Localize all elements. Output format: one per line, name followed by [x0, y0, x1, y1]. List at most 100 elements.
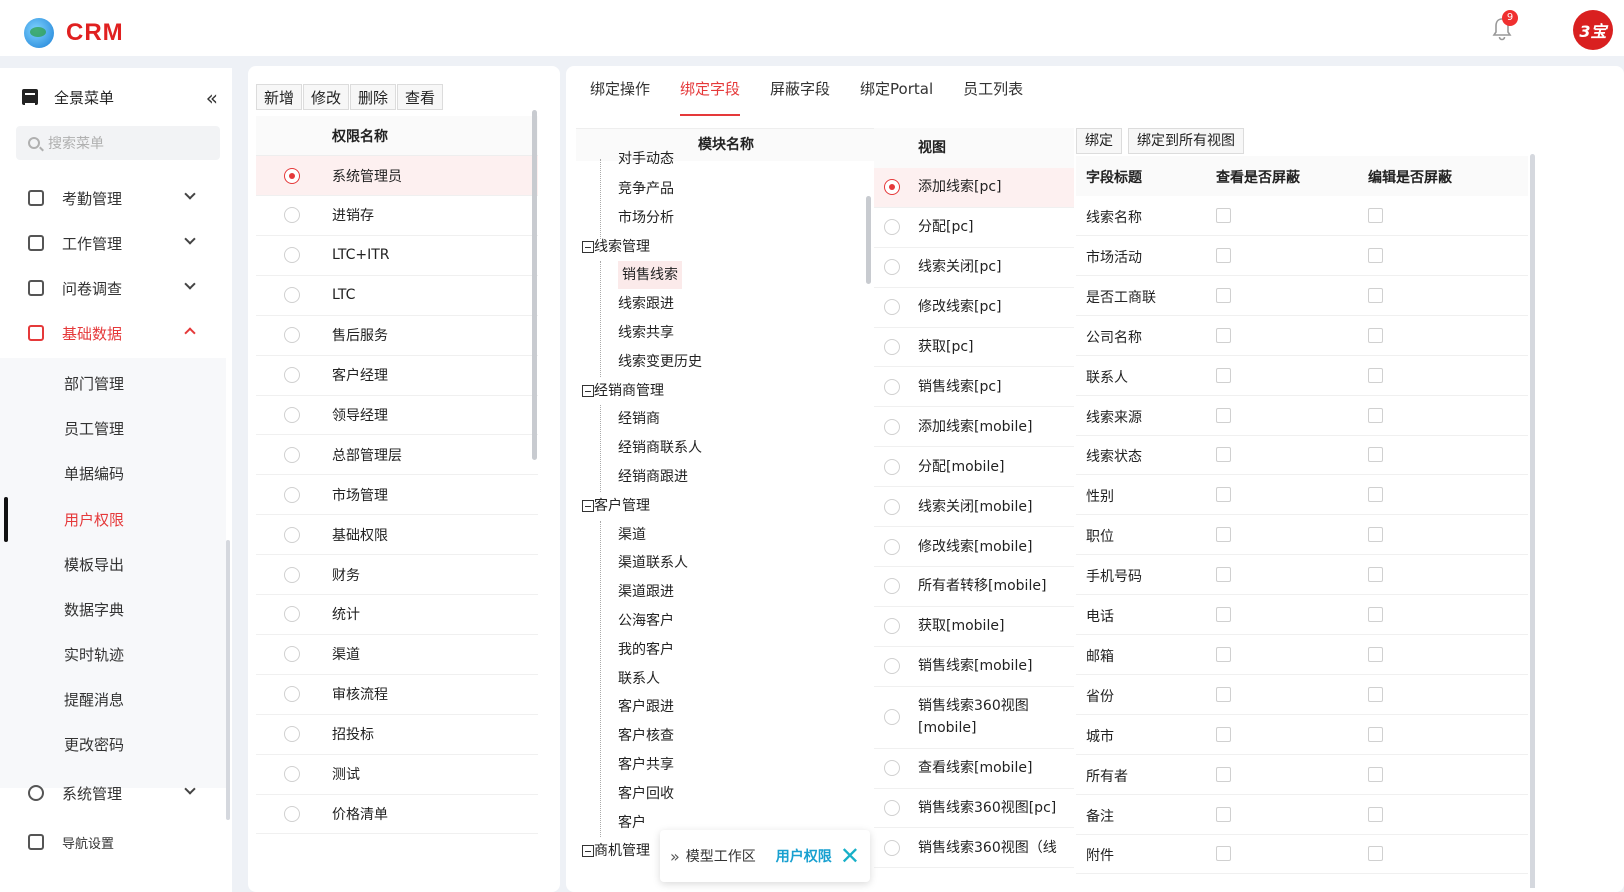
- tab-bind-operation[interactable]: 绑定操作: [590, 66, 650, 122]
- edit-mask-checkbox[interactable]: [1368, 726, 1383, 742]
- sub-item-doc-code[interactable]: 单据编码: [0, 451, 226, 496]
- tab-bind-field[interactable]: 绑定字段: [680, 66, 741, 122]
- view-row[interactable]: 销售线索[pc]: [874, 368, 1074, 408]
- view-row[interactable]: 销售线索360视图（线: [874, 829, 1074, 869]
- edit-mask-checkbox[interactable]: [1368, 287, 1383, 303]
- sub-item-dictionary[interactable]: 数据字典: [0, 587, 226, 632]
- view-row[interactable]: 线索关闭[mobile]: [874, 487, 1074, 528]
- tree-node[interactable]: 线索管理: [594, 233, 650, 261]
- view-radio[interactable]: [884, 378, 900, 395]
- tree-node[interactable]: 渠道跟进: [618, 578, 674, 606]
- view-radio[interactable]: [884, 339, 900, 356]
- view-mask-checkbox[interactable]: [1216, 487, 1231, 503]
- logo[interactable]: CRM: [24, 18, 124, 48]
- role-row[interactable]: 统计: [256, 595, 538, 635]
- edit-mask-checkbox[interactable]: [1368, 846, 1383, 862]
- nav-group-navigation[interactable]: 导航设置: [0, 820, 226, 864]
- nav-group-attendance[interactable]: 考勤管理: [0, 176, 226, 220]
- current-module-label[interactable]: 用户权限: [776, 846, 832, 866]
- tab-employee-list[interactable]: 员工列表: [963, 66, 1023, 122]
- role-radio[interactable]: [284, 406, 300, 423]
- role-radio[interactable]: [284, 726, 300, 743]
- view-radio[interactable]: [884, 658, 900, 675]
- view-radio[interactable]: [884, 839, 900, 856]
- role-row[interactable]: 售后服务: [256, 316, 538, 356]
- view-radio[interactable]: [884, 458, 900, 475]
- delete-button[interactable]: 删除: [350, 84, 397, 110]
- view-radio[interactable]: [884, 760, 900, 777]
- close-icon[interactable]: ✕: [840, 842, 860, 870]
- tree-node[interactable]: 经销商: [618, 405, 660, 433]
- sub-item-reminder[interactable]: 提醒消息: [0, 677, 226, 722]
- edit-mask-checkbox[interactable]: [1368, 607, 1383, 622]
- view-mask-checkbox[interactable]: [1216, 607, 1231, 622]
- avatar[interactable]: 3宝: [1573, 10, 1613, 50]
- role-row[interactable]: 领导经理: [256, 395, 538, 436]
- view-radio[interactable]: [884, 618, 900, 635]
- view-radio[interactable]: [884, 179, 900, 196]
- tree-node[interactable]: 销售线索: [618, 261, 682, 290]
- tree-node[interactable]: 线索跟进: [618, 290, 674, 318]
- view-radio[interactable]: [884, 498, 900, 515]
- roles-scrollbar[interactable]: [532, 110, 537, 460]
- nav-group-system[interactable]: 系统管理: [0, 771, 226, 815]
- edit-mask-checkbox[interactable]: [1368, 806, 1383, 822]
- view-row[interactable]: 获取[mobile]: [874, 607, 1074, 647]
- tree-node[interactable]: 渠道: [618, 521, 646, 549]
- tree-node[interactable]: 对手动态: [618, 145, 674, 173]
- role-radio[interactable]: [284, 167, 300, 184]
- view-mask-checkbox[interactable]: [1216, 208, 1231, 223]
- edit-mask-checkbox[interactable]: [1368, 487, 1383, 503]
- view-radio[interactable]: [884, 418, 900, 435]
- role-radio[interactable]: [284, 287, 300, 304]
- role-radio[interactable]: [284, 566, 300, 583]
- role-radio[interactable]: [284, 367, 300, 383]
- role-row[interactable]: LTC+ITR: [256, 236, 538, 276]
- model-workspace-bar[interactable]: » 模型工作区 用户权限 ✕: [660, 830, 870, 882]
- role-row[interactable]: 进销存: [256, 196, 538, 236]
- role-row[interactable]: 总部管理层: [256, 435, 538, 476]
- tree-node[interactable]: 经销商跟进: [618, 463, 688, 491]
- edit-mask-checkbox[interactable]: [1368, 527, 1383, 543]
- role-row[interactable]: 渠道: [256, 635, 538, 675]
- tree-node[interactable]: 客户共享: [618, 751, 674, 779]
- role-radio[interactable]: [284, 486, 300, 503]
- sub-item-employee[interactable]: 员工管理: [0, 406, 226, 451]
- view-mask-checkbox[interactable]: [1216, 247, 1231, 263]
- view-row[interactable]: 获取[pc]: [874, 328, 1074, 368]
- view-mask-checkbox[interactable]: [1216, 327, 1231, 343]
- view-radio[interactable]: [884, 538, 900, 555]
- tree-node[interactable]: 市场分析: [618, 204, 674, 232]
- edit-mask-checkbox[interactable]: [1368, 567, 1383, 583]
- role-row[interactable]: 客户经理: [256, 356, 538, 396]
- role-row[interactable]: 基础权限: [256, 515, 538, 556]
- role-radio[interactable]: [284, 526, 300, 543]
- tree-node[interactable]: 联系人: [618, 665, 660, 693]
- view-row[interactable]: 所有者转移[mobile]: [874, 567, 1074, 607]
- edit-button[interactable]: 修改: [303, 84, 350, 110]
- view-row[interactable]: 分配[mobile]: [874, 447, 1074, 488]
- role-radio[interactable]: [284, 766, 300, 782]
- role-row[interactable]: LTC: [256, 276, 538, 316]
- role-radio[interactable]: [284, 805, 300, 822]
- sub-item-change-password[interactable]: 更改密码: [0, 722, 226, 767]
- view-radio[interactable]: [884, 219, 900, 236]
- edit-mask-checkbox[interactable]: [1368, 367, 1383, 383]
- edit-mask-checkbox[interactable]: [1368, 407, 1383, 423]
- tree-node[interactable]: 客户: [618, 809, 646, 837]
- view-row[interactable]: 销售线索360视图[mobile]: [874, 687, 1074, 749]
- edit-mask-checkbox[interactable]: [1368, 208, 1383, 223]
- collapse-toggle-icon[interactable]: [582, 240, 594, 253]
- bind-all-views-button[interactable]: 绑定到所有视图: [1128, 128, 1244, 154]
- role-radio[interactable]: [284, 646, 300, 663]
- nav-group-base-data[interactable]: 基础数据: [0, 311, 226, 355]
- view-row[interactable]: 线索关闭[pc]: [874, 248, 1074, 288]
- edit-mask-checkbox[interactable]: [1368, 327, 1383, 343]
- view-mask-checkbox[interactable]: [1216, 726, 1231, 742]
- role-row[interactable]: 招投标: [256, 715, 538, 755]
- role-radio[interactable]: [284, 247, 300, 264]
- role-row[interactable]: 价格清单: [256, 794, 538, 835]
- sub-item-user-permission[interactable]: 用户权限: [0, 497, 226, 542]
- view-mask-checkbox[interactable]: [1216, 806, 1231, 822]
- view-mask-checkbox[interactable]: [1216, 287, 1231, 303]
